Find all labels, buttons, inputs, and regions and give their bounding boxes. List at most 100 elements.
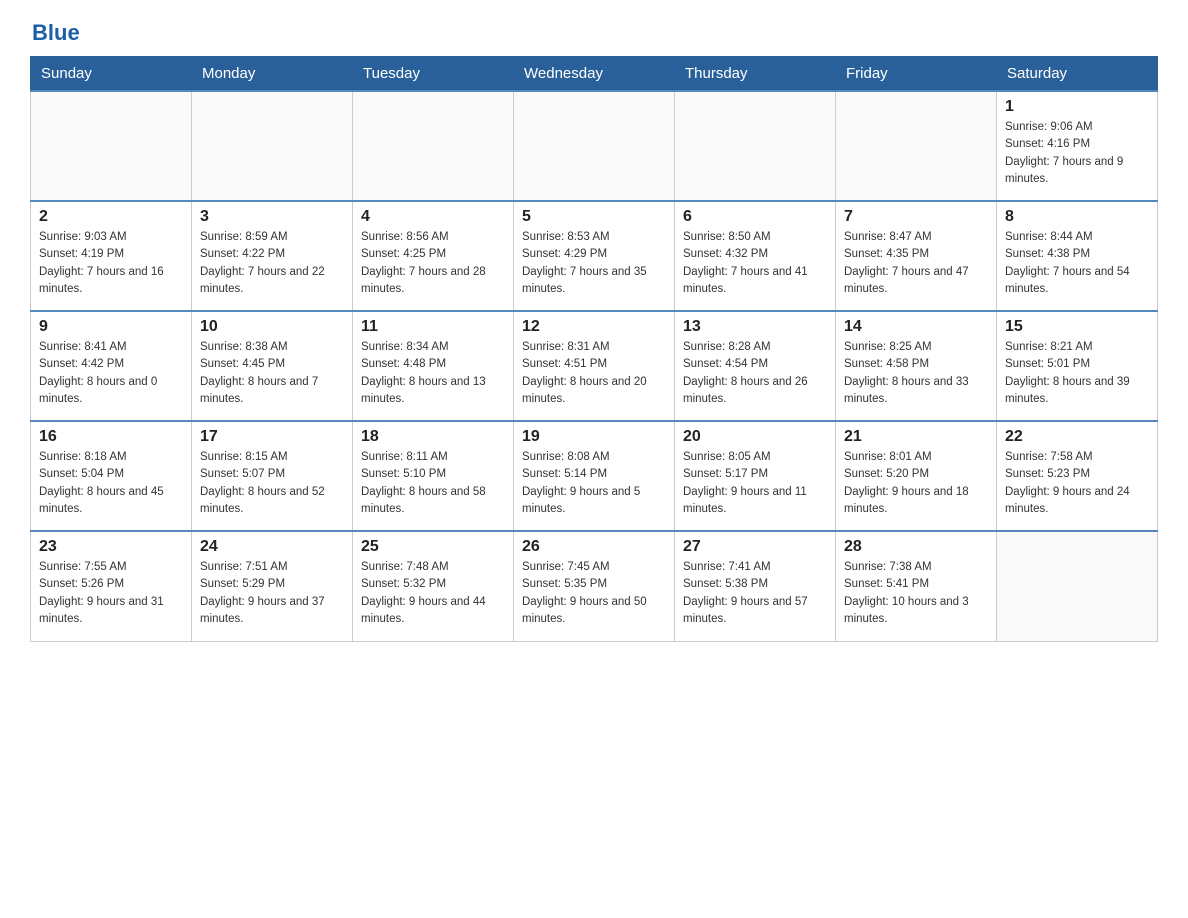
day-info: Sunrise: 8:21 AM Sunset: 5:01 PM Dayligh… <box>1005 339 1149 408</box>
day-info: Sunrise: 8:08 AM Sunset: 5:14 PM Dayligh… <box>522 449 666 518</box>
calendar-cell: 3Sunrise: 8:59 AM Sunset: 4:22 PM Daylig… <box>192 201 353 311</box>
day-number: 9 <box>39 318 183 336</box>
day-number: 24 <box>200 538 344 556</box>
day-number: 13 <box>683 318 827 336</box>
day-info: Sunrise: 8:44 AM Sunset: 4:38 PM Dayligh… <box>1005 229 1149 298</box>
calendar-cell <box>192 91 353 201</box>
day-info: Sunrise: 7:48 AM Sunset: 5:32 PM Dayligh… <box>361 559 505 628</box>
day-number: 14 <box>844 318 988 336</box>
calendar-cell: 13 Sunrise: 8:28 AM Sunset: 4:54 PM Dayli… <box>675 311 836 421</box>
day-info: Sunrise: 9:03 AM Sunset: 4:19 PM Dayligh… <box>39 229 183 298</box>
weekday-header-row: SundayMondayTuesdayWednesdayThursdayFrid… <box>31 57 1158 92</box>
day-info: Sunrise: 7:45 AM Sunset: 5:35 PM Dayligh… <box>522 559 666 628</box>
calendar-cell: 12 Sunrise: 8:31 AM Sunset: 4:51 PM Dayli… <box>514 311 675 421</box>
calendar-cell: 16 Sunrise: 8:18 AM Sunset: 5:04 PM Dayli… <box>31 421 192 531</box>
calendar-cell: 8 Sunrise: 8:44 AM Sunset: 4:38 PM Daylig… <box>997 201 1158 311</box>
day-info: Sunrise: 8:38 AM Sunset: 4:45 PM Dayligh… <box>200 339 344 408</box>
weekday-header-friday: Friday <box>836 57 997 92</box>
day-number: 11 <box>361 318 505 336</box>
day-number: 15 <box>1005 318 1149 336</box>
week-row-1: 1 Sunrise: 9:06 AM Sunset: 4:16 PM Daylig… <box>31 91 1158 201</box>
calendar-cell <box>675 91 836 201</box>
day-info: Sunrise: 8:41 AM Sunset: 4:42 PM Dayligh… <box>39 339 183 408</box>
calendar-cell <box>836 91 997 201</box>
weekday-header-tuesday: Tuesday <box>353 57 514 92</box>
day-number: 3 <box>200 208 344 226</box>
calendar-cell: 24 Sunrise: 7:51 AM Sunset: 5:29 PM Dayli… <box>192 531 353 641</box>
day-info: Sunrise: 8:34 AM Sunset: 4:48 PM Dayligh… <box>361 339 505 408</box>
calendar-cell <box>353 91 514 201</box>
day-number: 18 <box>361 428 505 446</box>
day-info: Sunrise: 8:50 AM Sunset: 4:32 PM Dayligh… <box>683 229 827 298</box>
calendar-cell: 14 Sunrise: 8:25 AM Sunset: 4:58 PM Dayli… <box>836 311 997 421</box>
logo: Blue <box>30 20 80 46</box>
calendar-cell: 11 Sunrise: 8:34 AM Sunset: 4:48 PM Dayli… <box>353 311 514 421</box>
weekday-header-monday: Monday <box>192 57 353 92</box>
day-number: 21 <box>844 428 988 446</box>
day-number: 17 <box>200 428 344 446</box>
calendar-cell: 27 Sunrise: 7:41 AM Sunset: 5:38 PM Dayli… <box>675 531 836 641</box>
day-info: Sunrise: 9:06 AM Sunset: 4:16 PM Dayligh… <box>1005 119 1149 188</box>
calendar-cell: 4 Sunrise: 8:56 AM Sunset: 4:25 PM Daylig… <box>353 201 514 311</box>
day-info: Sunrise: 8:56 AM Sunset: 4:25 PM Dayligh… <box>361 229 505 298</box>
calendar-cell <box>514 91 675 201</box>
day-info: Sunrise: 8:53 AM Sunset: 4:29 PM Dayligh… <box>522 229 666 298</box>
calendar-cell: 10 Sunrise: 8:38 AM Sunset: 4:45 PM Dayli… <box>192 311 353 421</box>
week-row-4: 16 Sunrise: 8:18 AM Sunset: 5:04 PM Dayli… <box>31 421 1158 531</box>
calendar-cell: 26 Sunrise: 7:45 AM Sunset: 5:35 PM Dayli… <box>514 531 675 641</box>
calendar-cell <box>997 531 1158 641</box>
weekday-header-thursday: Thursday <box>675 57 836 92</box>
day-number: 22 <box>1005 428 1149 446</box>
calendar-cell: 9 Sunrise: 8:41 AM Sunset: 4:42 PM Daylig… <box>31 311 192 421</box>
day-info: Sunrise: 7:41 AM Sunset: 5:38 PM Dayligh… <box>683 559 827 628</box>
calendar-cell: 23 Sunrise: 7:55 AM Sunset: 5:26 PM Dayli… <box>31 531 192 641</box>
day-number: 4 <box>361 208 505 226</box>
day-info: Sunrise: 7:58 AM Sunset: 5:23 PM Dayligh… <box>1005 449 1149 518</box>
day-number: 28 <box>844 538 988 556</box>
page-header: Blue <box>30 20 1158 46</box>
calendar-cell: 15 Sunrise: 8:21 AM Sunset: 5:01 PM Dayli… <box>997 311 1158 421</box>
day-number: 16 <box>39 428 183 446</box>
day-number: 23 <box>39 538 183 556</box>
day-info: Sunrise: 7:55 AM Sunset: 5:26 PM Dayligh… <box>39 559 183 628</box>
day-number: 20 <box>683 428 827 446</box>
week-row-5: 23 Sunrise: 7:55 AM Sunset: 5:26 PM Dayli… <box>31 531 1158 641</box>
day-info: Sunrise: 8:01 AM Sunset: 5:20 PM Dayligh… <box>844 449 988 518</box>
calendar-cell: 6 Sunrise: 8:50 AM Sunset: 4:32 PM Daylig… <box>675 201 836 311</box>
calendar-cell: 20 Sunrise: 8:05 AM Sunset: 5:17 PM Dayli… <box>675 421 836 531</box>
calendar-cell: 21 Sunrise: 8:01 AM Sunset: 5:20 PM Dayli… <box>836 421 997 531</box>
logo-blue-text: Blue <box>32 20 80 45</box>
day-number: 6 <box>683 208 827 226</box>
day-number: 2 <box>39 208 183 226</box>
day-info: Sunrise: 7:51 AM Sunset: 5:29 PM Dayligh… <box>200 559 344 628</box>
day-number: 27 <box>683 538 827 556</box>
day-number: 8 <box>1005 208 1149 226</box>
day-info: Sunrise: 8:05 AM Sunset: 5:17 PM Dayligh… <box>683 449 827 518</box>
day-info: Sunrise: 8:25 AM Sunset: 4:58 PM Dayligh… <box>844 339 988 408</box>
day-number: 19 <box>522 428 666 446</box>
calendar-cell: 17 Sunrise: 8:15 AM Sunset: 5:07 PM Dayli… <box>192 421 353 531</box>
day-number: 10 <box>200 318 344 336</box>
calendar-cell: 18 Sunrise: 8:11 AM Sunset: 5:10 PM Dayli… <box>353 421 514 531</box>
day-info: Sunrise: 8:18 AM Sunset: 5:04 PM Dayligh… <box>39 449 183 518</box>
weekday-header-wednesday: Wednesday <box>514 57 675 92</box>
calendar-cell: 7 Sunrise: 8:47 AM Sunset: 4:35 PM Daylig… <box>836 201 997 311</box>
calendar-cell: 28 Sunrise: 7:38 AM Sunset: 5:41 PM Dayli… <box>836 531 997 641</box>
day-info: Sunrise: 8:28 AM Sunset: 4:54 PM Dayligh… <box>683 339 827 408</box>
day-number: 1 <box>1005 98 1149 116</box>
day-info: Sunrise: 7:38 AM Sunset: 5:41 PM Dayligh… <box>844 559 988 628</box>
day-number: 26 <box>522 538 666 556</box>
day-info: Sunrise: 8:15 AM Sunset: 5:07 PM Dayligh… <box>200 449 344 518</box>
calendar-cell: 5 Sunrise: 8:53 AM Sunset: 4:29 PM Daylig… <box>514 201 675 311</box>
calendar-cell: 2 Sunrise: 9:03 AM Sunset: 4:19 PM Daylig… <box>31 201 192 311</box>
day-info: Sunrise: 8:11 AM Sunset: 5:10 PM Dayligh… <box>361 449 505 518</box>
day-number: 7 <box>844 208 988 226</box>
day-info: Sunrise: 8:31 AM Sunset: 4:51 PM Dayligh… <box>522 339 666 408</box>
calendar-cell: 19 Sunrise: 8:08 AM Sunset: 5:14 PM Dayli… <box>514 421 675 531</box>
day-info: Sunrise: 8:47 AM Sunset: 4:35 PM Dayligh… <box>844 229 988 298</box>
calendar-cell: 25Sunrise: 7:48 AM Sunset: 5:32 PM Dayli… <box>353 531 514 641</box>
day-number: 12 <box>522 318 666 336</box>
calendar-cell: 1 Sunrise: 9:06 AM Sunset: 4:16 PM Daylig… <box>997 91 1158 201</box>
week-row-3: 9 Sunrise: 8:41 AM Sunset: 4:42 PM Daylig… <box>31 311 1158 421</box>
day-number: 5 <box>522 208 666 226</box>
